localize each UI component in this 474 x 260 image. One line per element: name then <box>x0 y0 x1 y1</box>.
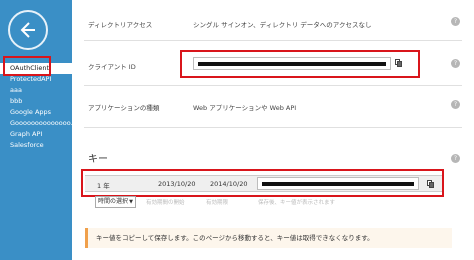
help-icon[interactable]: ? <box>451 59 460 68</box>
help-icon[interactable]: ? <box>451 100 460 109</box>
directory-access-value: シングル サインオン、ディレクトリ データへのアクセスなし <box>193 21 372 29</box>
divider <box>84 40 462 41</box>
client-id-label: クライアント ID <box>88 63 136 71</box>
key-row-highlight <box>81 169 444 197</box>
chevron-down-icon: ▼ <box>129 199 133 205</box>
ghost-end: 有効期限 <box>206 200 229 206</box>
ghost-start: 有効期間の開始 <box>146 200 185 206</box>
main-content: ディレクトリアクセス シングル サインオン、ディレクトリ データへのアクセスなし… <box>72 0 474 260</box>
divider <box>84 127 462 128</box>
ghost-note: 保存後、キー値が表示されます <box>258 200 336 206</box>
directory-access-label: ディレクトリアクセス <box>88 21 153 29</box>
divider <box>84 85 462 86</box>
notice-message: キー値をコピーして保存します。このページから移動すると、キー値は取得できなくなり… <box>85 228 452 248</box>
sidebar-item-salesforce[interactable]: Salesforce <box>0 140 72 151</box>
duration-select-label: 時間の選択 <box>98 198 129 205</box>
keys-section-title: キー <box>88 154 108 165</box>
sidebar-item-graph-api[interactable]: Graph API <box>0 129 72 140</box>
sidebar-item-google-apps[interactable]: Google Apps <box>0 107 72 118</box>
app-type-value: Web アプリケーションや Web API <box>193 104 297 112</box>
sidebar-item-gooo[interactable]: Goooooooooooooo... <box>0 118 72 129</box>
back-arrow-icon <box>20 22 35 38</box>
back-button[interactable] <box>8 10 48 50</box>
sidebar-item-bbb[interactable]: bbb <box>0 96 72 107</box>
sidebar-item-aaa[interactable]: aaa <box>0 85 72 96</box>
sidebar: OAuthClient ProtectedAPI aaa bbb Google … <box>0 0 72 260</box>
client-id-highlight <box>180 50 420 78</box>
app-type-label: アプリケーションの種類 <box>88 104 160 112</box>
sidebar-nav: OAuthClient ProtectedAPI aaa bbb Google … <box>0 63 72 151</box>
help-icon[interactable]: ? <box>451 154 460 163</box>
help-icon[interactable]: ? <box>451 17 460 26</box>
sidebar-highlight <box>3 56 51 76</box>
duration-select[interactable]: 時間の選択 ▼ <box>95 196 136 208</box>
